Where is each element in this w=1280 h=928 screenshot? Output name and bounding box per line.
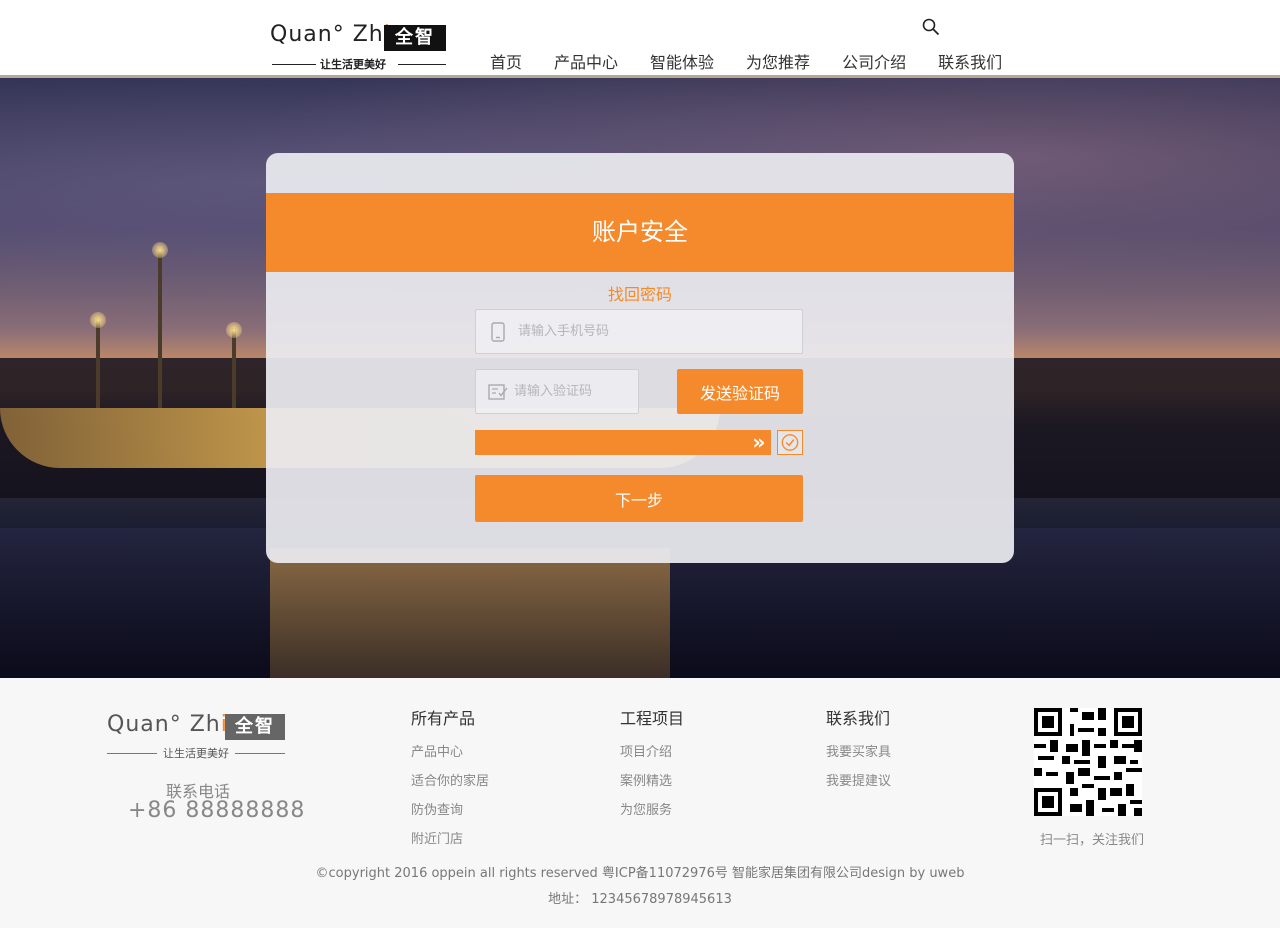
main-nav: 首页 产品中心 智能体验 为您推荐 公司介绍 联系我们 [490,49,1034,73]
check-circle-icon [781,434,799,451]
qr-code-icon [1034,708,1142,816]
nav-smart-experience[interactable]: 智能体验 [650,49,714,73]
footer-link[interactable]: 防伪查询 [411,799,489,818]
footer-link[interactable]: 为您服务 [620,799,684,818]
slide-handle-icon[interactable]: » [747,430,771,455]
logo-slogan: 让生活更美好 [320,58,386,71]
hero-bridge-pillar [270,548,670,678]
footer-col-contact: 联系我们 我要买家具 我要提建议 [826,705,891,799]
hero-lamp [226,322,242,408]
footer-link[interactable]: 案例精选 [620,770,684,789]
address-text: 地址： 12345678978945613 [548,892,732,907]
footer-logo-slogan: 让生活更美好 [163,747,229,760]
code-input[interactable] [514,370,626,413]
site-logo[interactable]: Quan° Zhi 全智 让生活更美好 [270,22,448,72]
hero-lamp [90,312,106,408]
footer-phone: +86 88888888 [128,798,306,823]
logo-divider [272,64,316,65]
logo-divider [398,64,446,65]
footer-logo-brand: Quan° Zhi [107,712,227,737]
footer-link[interactable]: 项目介绍 [620,741,684,760]
nav-about[interactable]: 公司介绍 [842,49,906,73]
card-title: 账户安全 [266,193,1014,272]
account-security-card: 账户安全 找回密码 发送验证码 » 下一步 [266,153,1014,563]
verify-check [777,430,803,455]
hero-lamp [152,242,168,408]
phone-field[interactable] [475,309,803,354]
footer-logo[interactable]: Quan° Zhi 全智 让生活更美好 [107,712,287,762]
phone-icon [491,322,505,342]
nav-recommend[interactable]: 为您推荐 [746,49,810,73]
footer-link[interactable]: 我要提建议 [826,770,891,789]
slide-verify-track[interactable]: » [475,430,771,455]
nav-home[interactable]: 首页 [490,49,522,73]
site-header: Quan° Zhi 全智 让生活更美好 首页 产品中心 智能体验 为您推荐 公司… [0,0,1280,78]
copyright-text: ©copyright 2016 oppein all rights reserv… [315,866,965,881]
footer-col-title: 联系我们 [826,709,891,728]
logo-brand: Quan° Zhi [270,22,390,47]
send-code-button[interactable]: 发送验证码 [677,369,803,414]
footer-col-projects: 工程项目 项目介绍 案例精选 为您服务 [620,705,684,828]
logo-cn: 全智 [384,25,446,51]
code-field[interactable] [475,369,639,414]
footer-logo-divider [107,753,157,754]
footer-logo-divider [235,753,285,754]
footer-link[interactable]: 我要买家具 [826,741,891,760]
footer-col-title: 所有产品 [411,709,476,728]
footer-link[interactable]: 产品中心 [411,741,489,760]
nav-contact[interactable]: 联系我们 [938,49,1002,73]
footer-link[interactable]: 适合你的家居 [411,770,489,789]
nav-products[interactable]: 产品中心 [554,49,618,73]
qr-caption: 扫一扫，关注我们 [1040,833,1145,848]
footer-col-products: 所有产品 产品中心 适合你的家居 防伪查询 附近门店 [411,705,489,857]
footer-link[interactable]: 附近门店 [411,828,489,847]
edit-icon [488,384,508,400]
footer-col-title: 工程项目 [620,709,685,728]
next-step-button[interactable]: 下一步 [475,475,803,522]
search-icon[interactable] [922,18,940,36]
phone-input[interactable] [518,310,794,353]
card-subtitle: 找回密码 [607,285,672,304]
site-footer: Quan° Zhi 全智 让生活更美好 联系电话 +86 88888888 所有… [0,678,1280,928]
footer-logo-cn: 全智 [225,714,285,740]
